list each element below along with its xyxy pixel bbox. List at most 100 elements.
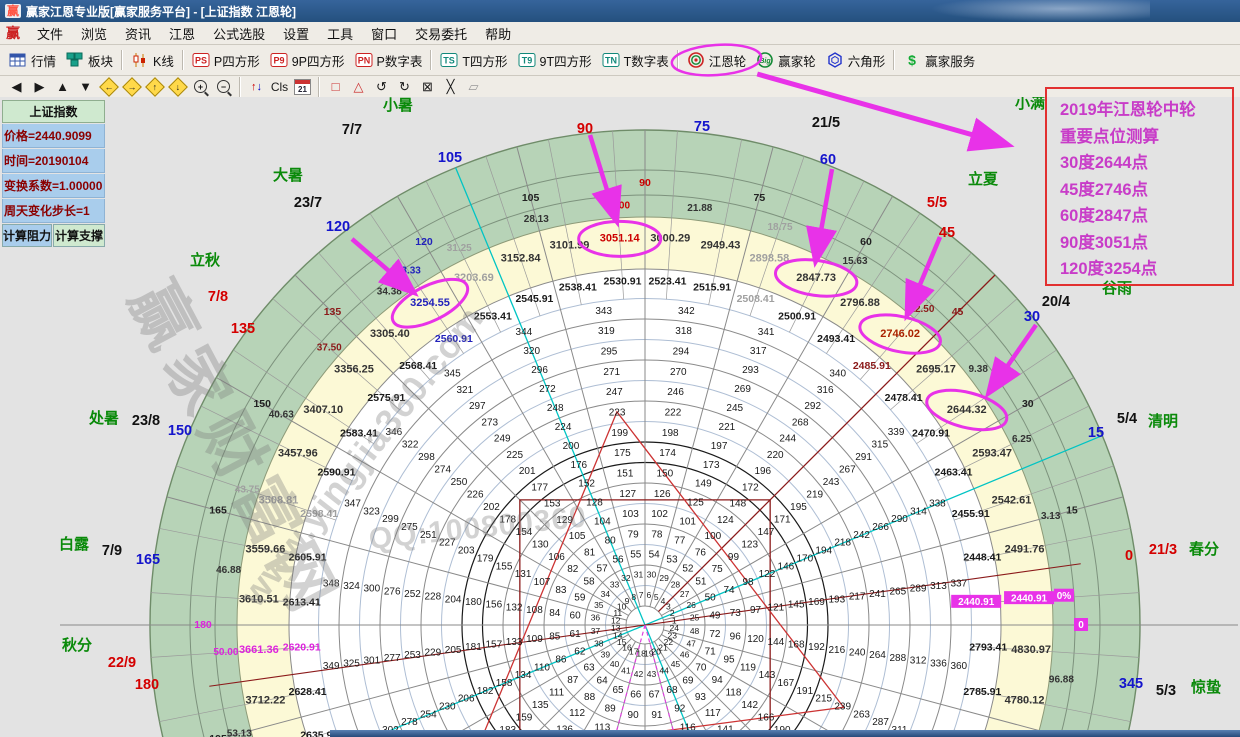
toolbar-button-t-square[interactable]: TST四方形 (435, 48, 512, 73)
axis-flip-button[interactable]: ↑↓ (246, 78, 267, 96)
toolbar-button-gann-wheel[interactable]: 江恩轮 (682, 48, 752, 73)
draw-square-button[interactable]: □ (325, 78, 346, 96)
svg-text:5/5: 5/5 (927, 195, 947, 211)
menu-item-5[interactable]: 设置 (274, 22, 318, 45)
svg-text:111: 111 (549, 688, 565, 699)
zoom-out-button[interactable]: − (213, 78, 234, 96)
svg-text:15: 15 (1088, 425, 1104, 441)
svg-text:34.38: 34.38 (377, 286, 402, 297)
calc-support-button[interactable]: 计算支撑 (53, 224, 105, 247)
svg-text:295: 295 (601, 346, 618, 357)
rotate-ccw-button[interactable]: ↺ (371, 78, 392, 96)
menu-item-7[interactable]: 窗口 (362, 22, 406, 45)
9t-square-icon: T9 (518, 52, 536, 68)
svg-text:166: 166 (758, 712, 775, 723)
toolbar-button-kline[interactable]: K线 (126, 48, 179, 73)
svg-text:142: 142 (741, 700, 758, 711)
menu-item-6[interactable]: 工具 (318, 22, 362, 45)
calc-resistance-button[interactable]: 计算阻力 (2, 224, 52, 247)
svg-text:68: 68 (666, 685, 678, 696)
menu-item-1[interactable]: 浏览 (72, 22, 116, 45)
svg-text:33: 33 (610, 580, 620, 590)
svg-text:62: 62 (574, 647, 586, 658)
svg-text:2695.17: 2695.17 (916, 364, 956, 376)
svg-text:45: 45 (671, 659, 681, 669)
shift-right-button[interactable]: → (121, 78, 142, 96)
toolbar-button-p-square[interactable]: PSP四方形 (187, 48, 265, 73)
svg-text:112: 112 (569, 708, 585, 719)
svg-text:54: 54 (649, 550, 661, 561)
draw-triangle-button[interactable]: △ (348, 78, 369, 96)
svg-text:105: 105 (438, 150, 462, 166)
panel-row-1: 时间=20190104 (2, 149, 105, 173)
toolbar-button-hexagon[interactable]: 六角形 (821, 48, 891, 73)
nav-left-button[interactable]: ◀ (6, 78, 27, 96)
svg-text:78: 78 (651, 529, 663, 540)
toolbar-button-t-table[interactable]: TNT数字表 (597, 48, 674, 73)
expand-button[interactable]: ╳ (440, 78, 461, 96)
svg-text:TN: TN (605, 56, 617, 66)
nav-down-button[interactable]: ▼ (75, 78, 96, 96)
zoom-in-button[interactable]: + (190, 78, 211, 96)
svg-text:7/9: 7/9 (102, 543, 122, 559)
menu-logo-icon: 赢 (0, 23, 28, 43)
svg-text:34: 34 (601, 589, 611, 599)
shift-down-button[interactable]: ↓ (167, 78, 188, 96)
svg-text:96.88: 96.88 (1049, 674, 1074, 685)
svg-text:269: 269 (734, 384, 751, 395)
shift-left-button[interactable]: ← (98, 78, 119, 96)
shift-up-button[interactable]: ↑ (144, 78, 165, 96)
menu-item-4[interactable]: 公式选股 (204, 22, 274, 45)
toolbar-button-p-table[interactable]: PNP数字表 (350, 48, 428, 73)
svg-text:296: 296 (531, 365, 548, 376)
svg-text:181: 181 (465, 642, 482, 653)
svg-text:108: 108 (526, 605, 543, 616)
svg-text:6: 6 (646, 590, 651, 600)
svg-text:204: 204 (445, 594, 462, 605)
svg-text:73: 73 (730, 608, 742, 619)
flag-button[interactable]: ▱ (463, 78, 484, 96)
toolbar-button-9t-square[interactable]: T99T四方形 (513, 48, 597, 73)
toolbar-button-winner-service[interactable]: $赢家服务 (898, 48, 980, 73)
svg-text:6.25: 6.25 (1012, 434, 1032, 445)
menu-item-2[interactable]: 资讯 (116, 22, 160, 45)
toolbar-button-winner-wheel[interactable]: Big赢家轮 (751, 48, 821, 73)
menu-item-0[interactable]: 文件 (28, 22, 72, 45)
toolbar-button-sectors[interactable]: 板块 (61, 48, 118, 73)
svg-text:5/4: 5/4 (1117, 411, 1137, 427)
svg-text:3152.84: 3152.84 (501, 252, 542, 264)
rotate-cw-button[interactable]: ↻ (394, 78, 415, 96)
svg-text:100: 100 (705, 531, 722, 542)
svg-text:338: 338 (929, 499, 946, 510)
svg-text:小暑: 小暑 (383, 97, 413, 114)
svg-text:191: 191 (796, 686, 813, 697)
svg-text:4830.97: 4830.97 (1011, 644, 1051, 656)
menu-item-9[interactable]: 帮助 (476, 22, 520, 45)
svg-text:182: 182 (477, 686, 494, 697)
cls-button[interactable]: Cls (269, 78, 290, 96)
toolbar-button-quotes[interactable]: 行情 (4, 48, 61, 73)
svg-text:314: 314 (910, 506, 927, 517)
svg-text:196: 196 (754, 466, 771, 477)
svg-text:55: 55 (630, 550, 642, 561)
delete-box-button[interactable]: ⊠ (417, 78, 438, 96)
svg-text:132: 132 (506, 602, 523, 613)
menu-item-3[interactable]: 江恩 (160, 22, 204, 45)
svg-text:立秋: 立秋 (190, 251, 221, 269)
svg-text:2440.91: 2440.91 (1011, 593, 1048, 604)
svg-text:48: 48 (690, 626, 700, 636)
annotation-line-2: 30度2644点 (1060, 150, 1232, 177)
menu-item-8[interactable]: 交易委托 (406, 22, 476, 45)
toolbar-button-9p-square[interactable]: P99P四方形 (265, 48, 350, 73)
svg-text:268: 268 (792, 417, 809, 428)
svg-text:Big: Big (760, 58, 772, 65)
calendar-button[interactable]: 21 (292, 78, 313, 96)
nav-up-button[interactable]: ▲ (52, 78, 73, 96)
svg-text:130: 130 (532, 539, 549, 550)
nav-right-button[interactable]: ▶ (29, 78, 50, 96)
svg-text:2463.41: 2463.41 (935, 467, 973, 479)
svg-text:18.75: 18.75 (767, 222, 792, 233)
svg-text:176: 176 (570, 460, 587, 471)
svg-text:45: 45 (952, 306, 964, 318)
svg-text:0: 0 (1125, 548, 1133, 564)
